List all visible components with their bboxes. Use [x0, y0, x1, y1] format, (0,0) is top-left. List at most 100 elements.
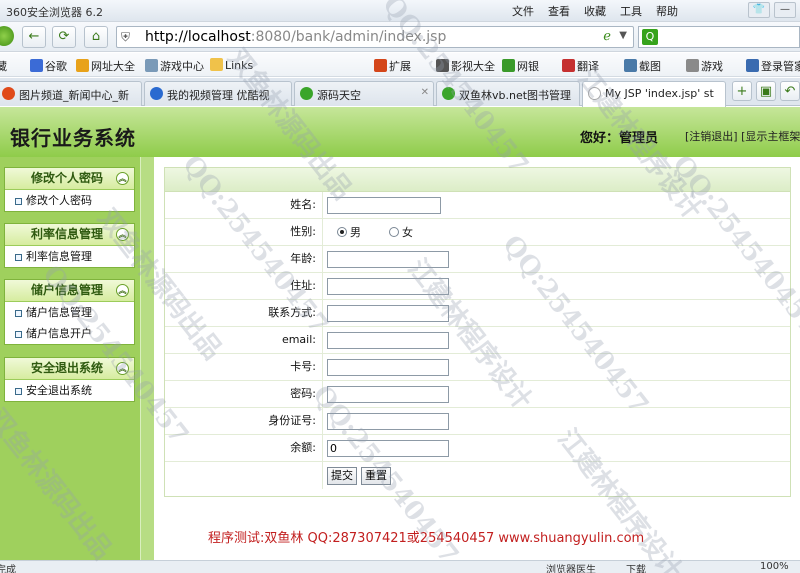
card-number-field[interactable] — [327, 358, 449, 376]
tab-news[interactable]: 图片频道_新闻中心_新 — [0, 81, 142, 106]
field-label: email: — [165, 327, 323, 353]
email-field[interactable] — [327, 331, 449, 349]
reset-button[interactable]: 重置 — [361, 466, 391, 485]
minimize-icon[interactable]: — — [774, 2, 796, 18]
form-row-gender: 性别: 男 女 — [165, 219, 790, 246]
home-icon[interactable]: ⌂ — [84, 26, 108, 48]
menu-item-depositor-management[interactable]: 储户信息管理 — [5, 302, 134, 323]
back-icon[interactable]: ← — [22, 26, 46, 48]
browser-title-bar: 360安全浏览器 6.2 文件 查看 收藏 工具 帮助 👕 — — [0, 0, 800, 22]
zoom-level[interactable]: 100% — [760, 561, 789, 572]
bookmark-site-directory[interactable]: 网址大全 — [76, 58, 135, 74]
window-controls: 👕 — — [748, 2, 796, 18]
browser-menu: 文件 查看 收藏 工具 帮助 — [512, 3, 678, 19]
menu-group-header[interactable]: 修改个人密码 ︽ — [5, 168, 134, 190]
toolbar-games[interactable]: 游戏 — [686, 58, 723, 74]
chevron-down-icon[interactable]: ▼ — [619, 30, 627, 41]
menu-group-logout: 安全退出系统 ︽ 安全退出系统 — [4, 357, 135, 402]
balance-field[interactable] — [327, 439, 449, 457]
form-row-address: 住址: — [165, 273, 790, 300]
tab-menu-icon[interactable]: ▣ — [756, 81, 776, 101]
menu-favorites[interactable]: 收藏 — [584, 3, 606, 19]
browser-title: 360安全浏览器 6.2 — [6, 6, 103, 19]
address-bar[interactable]: ⛨ http://localhost:8080/bank/admin/index… — [116, 26, 634, 48]
menu-view[interactable]: 查看 — [548, 3, 570, 19]
document-icon — [588, 87, 601, 100]
bookmark-favorites[interactable]: 藏 — [0, 58, 7, 74]
name-field[interactable] — [327, 196, 441, 214]
undo-close-icon[interactable]: ↶ — [780, 81, 800, 101]
folder-icon — [210, 58, 223, 71]
browser-logo-icon — [0, 26, 14, 46]
password-field[interactable] — [327, 385, 449, 403]
toolbar-translate[interactable]: 翻译 — [562, 58, 599, 74]
address-field[interactable] — [327, 277, 449, 295]
footer-credit: 程序测试:双鱼林 QQ:287307421或254540457 www.shua… — [208, 531, 645, 546]
form-row-contact: 联系方式: — [165, 300, 790, 327]
submit-button[interactable]: 提交 — [327, 466, 357, 485]
new-tab-icon[interactable]: + — [732, 81, 752, 101]
bookmark-game-center[interactable]: 游戏中心 — [145, 58, 204, 74]
form-row-email: email: — [165, 327, 790, 354]
menu-help[interactable]: 帮助 — [656, 3, 678, 19]
toolbar-bank[interactable]: 网银 — [502, 58, 539, 74]
form-row-age: 年龄: — [165, 246, 790, 273]
tab-strip: 图片频道_新闻中心_新 我的视频管理 优酷视 源码天空 ✕ 双鱼林vb.net图… — [0, 78, 800, 107]
toolbar-login-manager[interactable]: 登录管家 — [746, 58, 800, 74]
menu-item-change-password[interactable]: 修改个人密码 — [5, 190, 134, 211]
navigation-bar: ← ⟳ ⌂ ⛨ http://localhost:8080/bank/admin… — [0, 22, 800, 52]
tab-active-jsp[interactable]: My JSP 'index.jsp' st — [582, 81, 726, 107]
gender-female-radio[interactable]: 女 — [389, 224, 413, 240]
collapse-icon[interactable]: ︽ — [116, 362, 129, 375]
tab-library[interactable]: 双鱼林vb.net图书管理 — [436, 81, 580, 106]
form-row-name: 姓名: — [165, 192, 790, 219]
menu-item-interest-management[interactable]: 利率信息管理 — [5, 246, 134, 267]
close-icon[interactable]: ✕ — [421, 87, 429, 98]
age-field[interactable] — [327, 250, 449, 268]
main-area: 修改个人密码 ︽ 修改个人密码 利率信息管理 ︽ 利率信息管理 储户信息管理 ︽… — [0, 157, 800, 560]
toolbar-extensions[interactable]: 扩展 — [374, 58, 411, 74]
search-engine-icon[interactable]: Q — [642, 29, 658, 45]
menu-group-header[interactable]: 利率信息管理 ︽ — [5, 224, 134, 246]
field-label: 住址: — [165, 273, 323, 299]
toolbar-video[interactable]: 影视大全 — [436, 58, 495, 74]
sidebar-splitter[interactable] — [140, 157, 154, 560]
field-label: 姓名: — [165, 192, 323, 218]
field-label: 性别: — [165, 219, 323, 245]
google-icon — [30, 59, 43, 72]
toolbar-screenshot[interactable]: 截图 — [624, 58, 661, 74]
url-host: http://localhost — [145, 29, 251, 45]
menu-group-header[interactable]: 储户信息管理 ︽ — [5, 280, 134, 302]
menu-item-safe-logout[interactable]: 安全退出系统 — [5, 380, 134, 401]
bookmark-links[interactable]: Links — [210, 58, 253, 72]
field-label-empty — [165, 462, 323, 489]
id-number-field[interactable] — [327, 412, 449, 430]
game-icon — [686, 59, 699, 72]
url-path: :8080/bank/admin/index.jsp — [250, 29, 447, 45]
show-main-frame-link[interactable]: [显示主框架] — [741, 130, 800, 143]
field-label: 余额: — [165, 435, 323, 461]
tab-source-sky[interactable]: 源码天空 ✕ — [294, 81, 434, 106]
tab-youku[interactable]: 我的视频管理 优酷视 — [144, 81, 292, 106]
browser-doctor-button[interactable]: 浏览器医生 — [546, 561, 596, 573]
menu-file[interactable]: 文件 — [512, 3, 534, 19]
contact-field[interactable] — [327, 304, 449, 322]
logout-link[interactable]: [注销退出] — [685, 130, 738, 143]
search-input[interactable]: Q — [638, 26, 800, 48]
status-text: 完成 — [0, 565, 16, 573]
menu-group-header[interactable]: 安全退出系统 ︽ — [5, 358, 134, 380]
ie-mode-icon[interactable]: ℯ — [603, 29, 611, 44]
bookmark-google[interactable]: 谷歌 — [30, 58, 67, 74]
menu-item-depositor-open-account[interactable]: 储户信息开户 — [5, 323, 134, 344]
download-button[interactable]: 下载 — [626, 561, 646, 573]
menu-tools[interactable]: 工具 — [620, 3, 642, 19]
collapse-icon[interactable]: ︽ — [116, 284, 129, 297]
collapse-icon[interactable]: ︽ — [116, 172, 129, 185]
gender-male-radio[interactable]: 男 — [337, 224, 361, 240]
refresh-icon[interactable]: ⟳ — [52, 26, 76, 48]
skin-icon[interactable]: 👕 — [748, 2, 770, 18]
shield-icon: ⛨ — [121, 30, 131, 44]
collapse-icon[interactable]: ︽ — [116, 228, 129, 241]
page-icon — [442, 87, 455, 100]
form-header-strip — [165, 168, 790, 192]
